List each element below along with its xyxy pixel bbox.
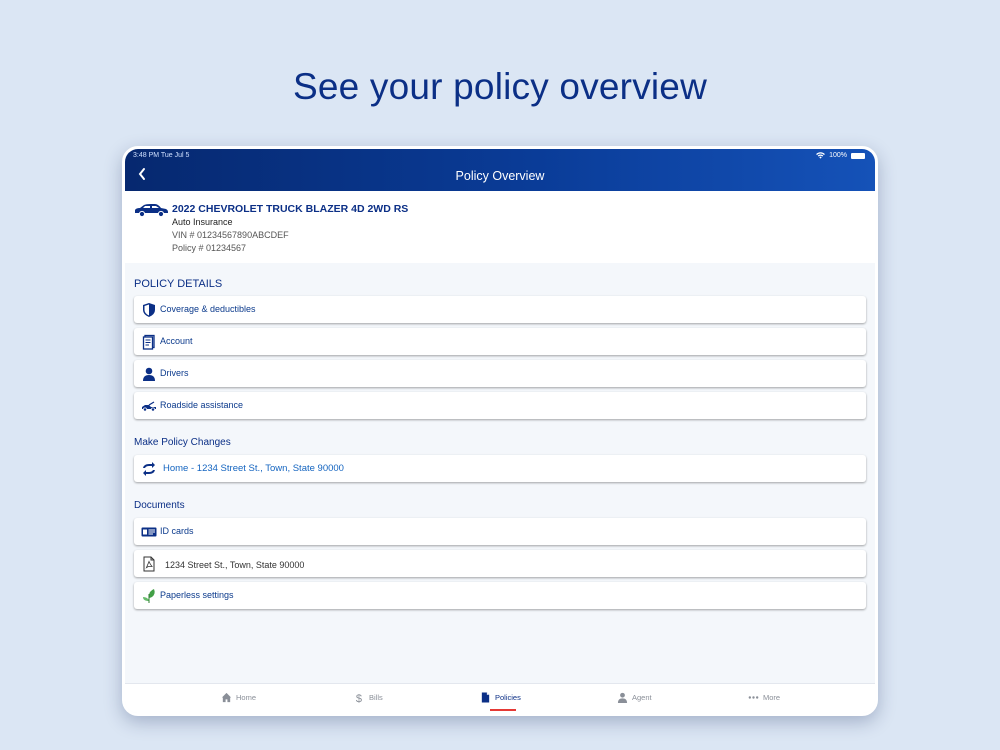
status-time: 3:48 PM Tue Jul 5: [133, 152, 190, 159]
policy-changes-heading: Make Policy Changes: [134, 437, 231, 448]
home-policy-change-item[interactable]: Home - 1234 Street St., Town, State 9000…: [134, 455, 866, 482]
tab-home-label: Home: [236, 693, 257, 702]
bottom-tab-bar: Home $ Bills Policies Agent More: [125, 683, 875, 713]
roadside-assistance-label: Roadside assistance: [160, 400, 244, 410]
tab-more-label: More: [763, 693, 781, 702]
tab-policies[interactable]: Policies: [480, 692, 521, 703]
tab-agent-label: Agent: [632, 693, 652, 702]
vin-number: VIN # 01234567890ABCDEF: [172, 230, 289, 240]
roadside-assistance-item[interactable]: Roadside assistance: [134, 392, 866, 419]
tab-policies-label: Policies: [495, 693, 521, 702]
vehicle-name: 2022 CHEVROLET TRUCK BLAZER 4D 2WD RS: [172, 203, 409, 215]
tab-more[interactable]: More: [748, 692, 780, 703]
coverage-deductibles-item[interactable]: Coverage & deductibles: [134, 296, 866, 323]
policy-document-icon: [481, 692, 490, 703]
tab-bills-label: Bills: [369, 693, 383, 702]
more-dots-icon: [748, 696, 759, 699]
account-item[interactable]: Account: [134, 328, 866, 355]
shield-icon: [143, 303, 155, 317]
car-icon: [135, 204, 168, 217]
policy-number: Policy # 01234567: [172, 243, 247, 253]
status-indicators: 100%: [816, 152, 865, 159]
policy-details-heading: POLICY DETAILS: [134, 278, 223, 290]
tow-truck-icon: [142, 401, 156, 412]
dollar-icon: $: [356, 693, 362, 703]
paperless-settings-item[interactable]: Paperless settings: [134, 582, 866, 609]
documents-heading: Documents: [134, 500, 185, 511]
id-cards-label: ID cards: [160, 526, 194, 536]
account-label: Account: [160, 336, 193, 346]
drivers-label: Drivers: [160, 368, 189, 378]
svg-text:$: $: [356, 693, 362, 703]
pdf-document-item[interactable]: 1234 Street St., Town, State 90000: [134, 550, 866, 577]
battery-percent: 100%: [829, 152, 847, 159]
tab-bills[interactable]: $ Bills: [354, 692, 383, 703]
pdf-document-label: 1234 Street St., Town, State 90000: [165, 560, 305, 570]
page-headline: See your policy overview: [292, 66, 708, 107]
home-icon: [221, 692, 232, 703]
wifi-icon: [816, 152, 825, 159]
app-header: 3:48 PM Tue Jul 5 100% Policy Overview: [125, 149, 875, 191]
drivers-item[interactable]: Drivers: [134, 360, 866, 387]
battery-icon: [851, 152, 865, 159]
tab-agent[interactable]: Agent: [617, 692, 652, 703]
insurance-type: Auto Insurance: [172, 217, 233, 227]
paperless-settings-label: Paperless settings: [160, 590, 234, 600]
page-title: Policy Overview: [455, 169, 545, 183]
document-icon: [142, 334, 155, 350]
coverage-deductibles-label: Coverage & deductibles: [160, 304, 256, 314]
refresh-arrows-icon: [143, 462, 155, 476]
pdf-icon: [143, 556, 155, 572]
tablet-frame: 3:48 PM Tue Jul 5 100% Policy Overview 2…: [122, 146, 878, 716]
id-card-icon: [141, 527, 157, 537]
person-icon: [143, 367, 155, 381]
leaf-icon: [143, 589, 155, 603]
active-tab-indicator: [490, 709, 516, 711]
agent-icon: [617, 692, 628, 703]
home-policy-change-label: Home - 1234 Street St., Town, State 9000…: [163, 463, 344, 474]
id-cards-item[interactable]: ID cards: [134, 518, 866, 545]
tab-home[interactable]: Home: [221, 692, 256, 703]
vehicle-summary: 2022 CHEVROLET TRUCK BLAZER 4D 2WD RS Au…: [125, 191, 875, 263]
